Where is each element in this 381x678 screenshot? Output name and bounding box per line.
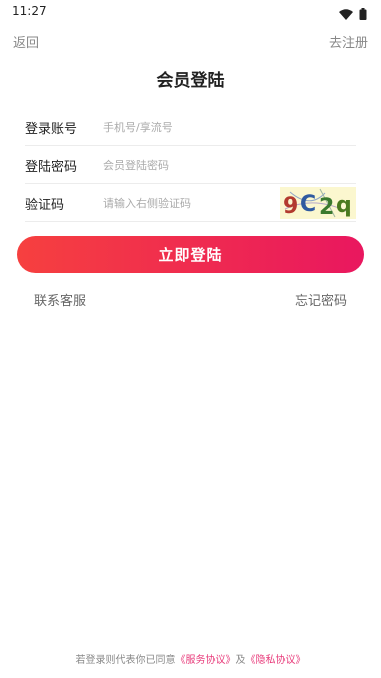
password-label: 登陆密码	[25, 160, 78, 175]
agreement-prefix: 若登录则代表你已同意	[75, 655, 176, 666]
forgot-password-link[interactable]: 忘记密码	[295, 290, 347, 309]
status-bar: 11:27	[0, 0, 381, 22]
service-agreement-link[interactable]: 《服务协议》	[176, 655, 236, 666]
battery-icon	[359, 5, 367, 24]
page-title: 会员登陆	[156, 71, 225, 91]
account-label: 登录账号	[25, 122, 78, 137]
agreement-conjunction: 及	[235, 655, 246, 666]
wifi-icon	[339, 5, 353, 24]
captcha-char: 9	[283, 194, 298, 219]
password-row: 登陆密码	[25, 147, 356, 184]
captcha-char: C	[300, 192, 316, 217]
contact-service-link[interactable]: 联系客服	[34, 290, 86, 309]
captcha-char: 2	[319, 195, 334, 219]
back-button[interactable]: 返回	[13, 35, 39, 53]
captcha-row: 验证码 9 C 2 q	[25, 185, 356, 222]
register-button[interactable]: 去注册	[329, 35, 368, 53]
privacy-agreement-link[interactable]: 《隐私协议》	[246, 655, 306, 666]
captcha-input[interactable]	[103, 190, 273, 216]
status-icons	[339, 5, 367, 24]
agreement-text: 若登录则代表你已同意《服务协议》及《隐私协议》	[0, 651, 381, 666]
captcha-image[interactable]: 9 C 2 q	[280, 187, 356, 220]
captcha-char: q	[336, 193, 352, 218]
login-button[interactable]: 立即登陆	[17, 236, 364, 273]
status-time: 11:27	[12, 4, 47, 18]
account-input[interactable]	[103, 114, 273, 140]
account-row: 登录账号	[25, 109, 356, 146]
captcha-label: 验证码	[25, 198, 65, 213]
password-input[interactable]	[103, 152, 273, 178]
